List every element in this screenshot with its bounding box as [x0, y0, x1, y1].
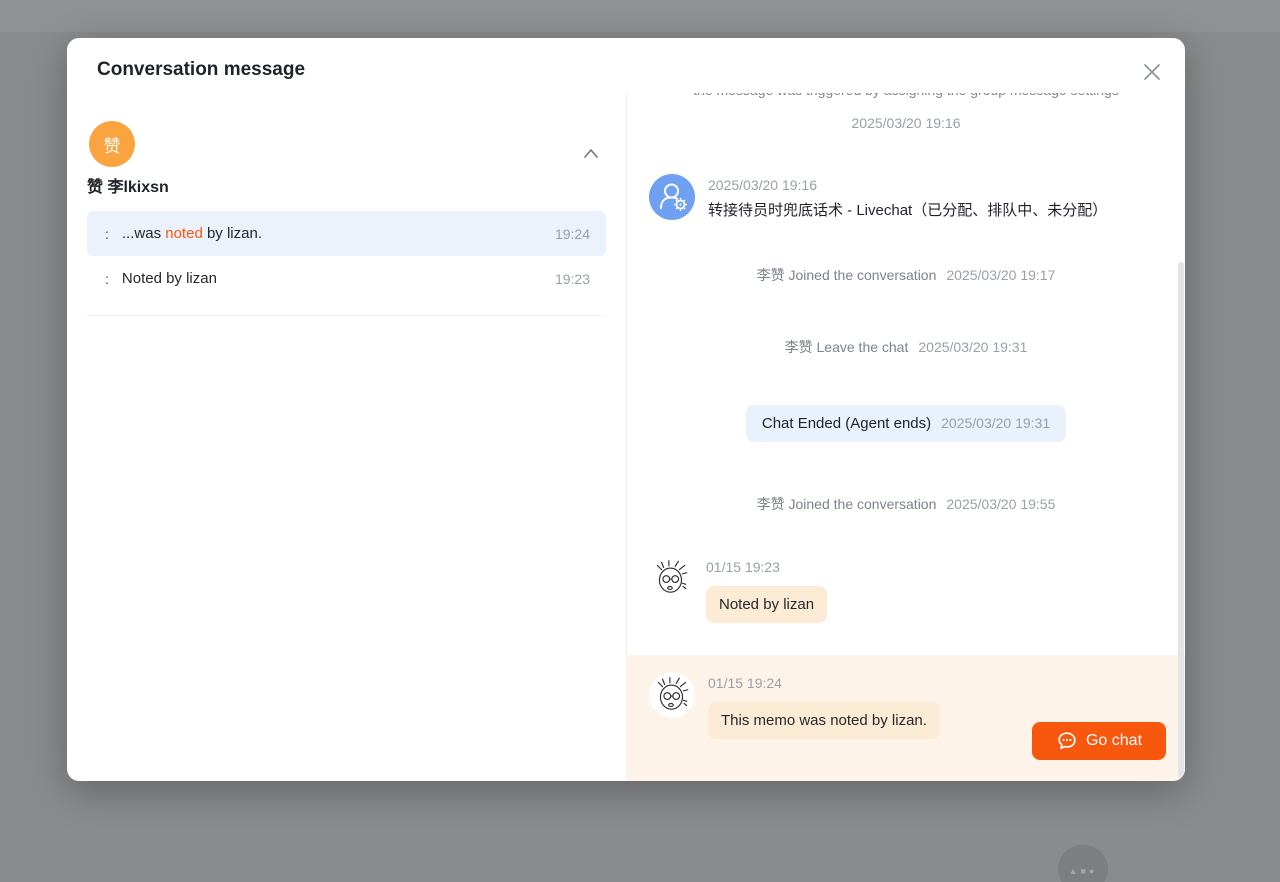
message-text: 转接待员时兜底话术 - Livechat（已分配、排队中、未分配） — [708, 202, 1108, 219]
contact-avatar-text: 赞 — [103, 136, 121, 156]
customer-avatar — [649, 672, 695, 718]
go-chat-label: Go chat — [1085, 732, 1143, 749]
message-bubble: Noted by lizan — [706, 586, 828, 623]
system-event: 李赞 Leave the chat 2025/03/20 19:31 — [649, 337, 1163, 357]
system-event-text: 李赞 Joined the conversation — [756, 496, 937, 512]
note-item-text: Noted by lizan — [121, 270, 217, 287]
customer-message: 01/15 19:23 Noted by lizan — [649, 556, 1163, 623]
system-event-time: 2025/03/20 19:55 — [946, 496, 1056, 512]
close-icon[interactable] — [1140, 60, 1164, 84]
customer-avatar — [649, 556, 693, 600]
note-list-item[interactable]: : Noted by lizan 19:23 — [87, 256, 606, 301]
note-list: : ...was noted by lizan. 19:24 : Noted b… — [87, 211, 606, 316]
divider — [87, 315, 606, 316]
system-timestamp: 2025/03/20 19:16 — [851, 115, 961, 131]
note-text-before: ...was — [121, 225, 166, 242]
bot-agent-avatar — [649, 174, 695, 220]
go-chat-button[interactable]: Go chat — [1032, 722, 1166, 760]
chat-message-list: the message was triggered by assigning t… — [627, 93, 1185, 655]
contact-name: 赞 李lkixsn — [87, 179, 169, 196]
system-event: 李赞 Joined the conversation 2025/03/20 19:… — [649, 494, 1163, 514]
chat-bubble-icon — [1058, 732, 1076, 750]
chat-ended-text: Chat Ended (Agent ends) — [761, 415, 932, 432]
highlighted-memo-section: 01/15 19:24 This memo was noted by lizan… — [627, 655, 1185, 781]
person-gear-icon — [660, 183, 688, 212]
colon-icon: : — [105, 225, 109, 242]
message-timestamp: 01/15 19:23 — [706, 559, 780, 575]
chat-ended-time: 2025/03/20 19:31 — [941, 415, 1051, 431]
chevron-up-icon[interactable] — [581, 145, 601, 163]
page-title: Conversation message — [97, 59, 306, 80]
system-event-text: 李赞 Leave the chat — [784, 339, 909, 355]
message-timestamp: 2025/03/20 19:16 — [708, 177, 817, 193]
note-item-time: 19:23 — [554, 270, 590, 287]
colon-icon: : — [105, 270, 109, 287]
sketch-face-icon — [656, 560, 688, 593]
conversation-message-modal: Conversation message 赞 赞 李lkixsn : ...wa… — [67, 38, 1185, 781]
message-bubble: This memo was noted by lizan. — [708, 702, 940, 739]
sketch-face-icon — [657, 677, 689, 710]
agent-bot-message: 2025/03/20 19:16 转接待员时兜底话术 - Livechat（已分… — [649, 174, 1163, 220]
note-item-text: ...was noted by lizan. — [122, 225, 543, 242]
chat-ended-badge: Chat Ended (Agent ends) 2025/03/20 19:31 — [745, 405, 1067, 442]
chat-scrollbar[interactable] — [1178, 262, 1184, 778]
chat-panel: the message was triggered by assigning t… — [626, 93, 1185, 781]
chat-ended-row: Chat Ended (Agent ends) 2025/03/20 19:31 — [649, 405, 1163, 442]
background-header-strip — [0, 0, 1280, 32]
notes-panel: 赞 赞 李lkixsn : ...was noted by lizan. 19:… — [67, 93, 626, 781]
note-item-time: 19:24 — [554, 225, 590, 242]
floating-chat-widget[interactable]: ▲■● — [1058, 845, 1108, 882]
system-event: 李赞 Joined the conversation 2025/03/20 19:… — [649, 265, 1163, 285]
clipped-system-message: the message was triggered by assigning t… — [649, 93, 1163, 100]
system-event-time: 2025/03/20 19:17 — [946, 267, 1056, 283]
note-list-item[interactable]: : ...was noted by lizan. 19:24 — [87, 211, 606, 256]
system-event-time: 2025/03/20 19:31 — [918, 339, 1028, 355]
contact-avatar: 赞 — [89, 121, 135, 167]
widget-shapes-icon: ▲■● — [1068, 866, 1098, 876]
modal-header: Conversation message — [67, 38, 1185, 93]
system-event-text: 李赞 Joined the conversation — [756, 267, 937, 283]
message-timestamp: 01/15 19:24 — [708, 675, 782, 691]
note-text-after: by lizan. — [202, 225, 262, 242]
note-text-highlight: noted — [165, 225, 203, 242]
